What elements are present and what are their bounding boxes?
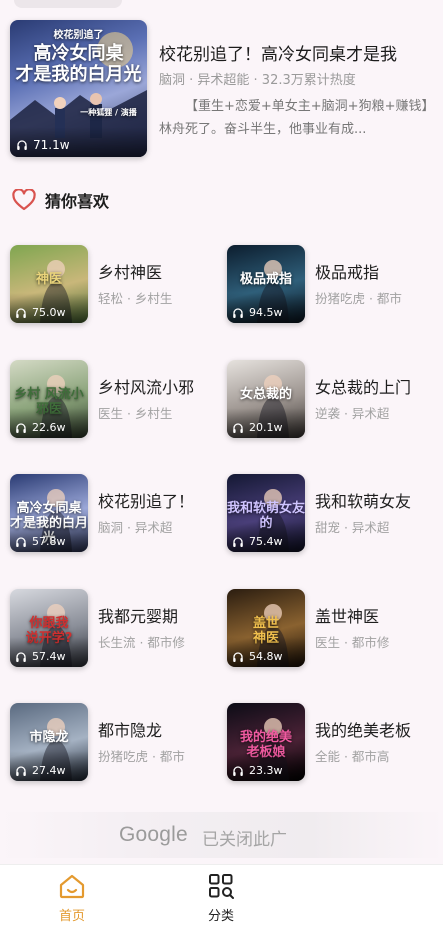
book-plays-value: 27.4w [32,764,66,777]
book-cover[interactable]: 我和软萌女友的 75.4w [227,474,305,552]
book-play-count: 57.4w [15,650,66,663]
nav-home-label: 首页 [58,909,85,924]
book-plays-value: 20.1w [249,421,283,434]
book-cover[interactable]: 女总裁的 20.1w [227,360,305,438]
featured-book-title[interactable]: 校花别追了！高冷女同桌才是我 [159,40,397,65]
book-title[interactable]: 极品戒指 [315,259,379,283]
book-cover[interactable]: 极品戒指 94.5w [227,245,305,323]
bottom-navigation: 首页 分类 [0,864,443,927]
book-tags: 脑洞 · 异术超 [98,520,173,535]
featured-cover-author: 一种狐狸 / 演播 [80,108,137,117]
heart-icon [12,189,36,211]
book-title[interactable]: 乡村风流小邪 [98,374,194,398]
book-title[interactable]: 都市隐龙 [98,717,162,741]
featured-plays-value: 71.1w [33,138,70,152]
book-play-count: 22.6w [15,421,66,434]
headphone-icon [16,765,26,776]
book-play-count: 75.0w [15,306,66,319]
section-title: 猜你喜欢 [45,192,110,211]
book-card[interactable]: 我和软萌女友的 75.4w 我和软萌女友 甜宠 · 异术超 [227,474,442,556]
book-plays-value: 22.6w [32,421,66,434]
featured-book-cover[interactable]: 校花别追了 高冷女同桌 才是我的白月光 一种狐狸 / 演播 71.1w [10,20,147,157]
book-tags: 扮猪吃虎 · 都市 [315,291,402,306]
book-cover[interactable]: 盖世 神医 54.8w [227,589,305,667]
nav-category[interactable]: 分类 [191,873,251,924]
book-card[interactable]: 盖世 神医 54.8w 盖世神医 医生 · 都市修 [227,589,442,671]
book-title[interactable]: 我都元婴期 [98,603,178,627]
google-logo: Google [119,823,188,846]
book-cover[interactable]: 高冷女同桌 才是我的白月光 57.8w [10,474,88,552]
book-title[interactable]: 乡村神医 [98,259,162,283]
book-cover[interactable]: 市隐龙 27.4w [10,703,88,781]
book-plays-value: 57.8w [32,535,66,548]
headphone-icon [233,765,243,776]
book-plays-value: 57.4w [32,650,66,663]
book-tags: 医生 · 乡村生 [98,406,173,421]
book-cover-text: 神医 [35,272,62,287]
book-card[interactable]: 神医 75.0w 乡村神医 轻松 · 乡村生 [10,245,225,327]
book-card[interactable]: 极品戒指 94.5w 极品戒指 扮猪吃虎 · 都市 [227,245,442,327]
book-tags: 全能 · 都市高 [315,749,390,764]
book-cover-text: 极品戒指 [239,272,292,287]
previous-item-edge [14,0,122,8]
book-play-count: 23.3w [232,764,283,777]
book-tags: 甜宠 · 异术超 [315,520,390,535]
book-title[interactable]: 我和软萌女友 [315,488,411,512]
book-card[interactable]: 我的绝美 老板娘 23.3w 我的绝美老板 全能 · 都市高 [227,703,442,785]
book-tags: 扮猪吃虎 · 都市 [98,749,185,764]
book-plays-value: 23.3w [249,764,283,777]
book-title[interactable]: 盖世神医 [315,603,379,627]
book-plays-value: 75.0w [32,306,66,319]
book-play-count: 27.4w [15,764,66,777]
headphone-icon [17,140,27,150]
app-screen: 校花别追了 高冷女同桌 才是我的白月光 一种狐狸 / 演播 71.1w 校花别追… [0,0,443,927]
book-cover[interactable]: 你跟我 说开学? 57.4w [10,589,88,667]
section-header: 猜你喜欢 [12,188,109,212]
headphone-icon [233,651,243,662]
headphone-icon [16,307,26,318]
home-icon [59,874,85,899]
book-cover[interactable]: 我的绝美 老板娘 23.3w [227,703,305,781]
featured-play-count: 71.1w [16,138,70,152]
nav-category-label: 分类 [207,909,234,924]
book-card[interactable]: 你跟我 说开学? 57.4w 我都元婴期 长生流 · 都市修 [10,589,225,671]
book-cover[interactable]: 神医 75.0w [10,245,88,323]
category-search-icon [209,874,234,899]
book-cover-text: 市隐龙 [29,730,69,745]
book-tags: 长生流 · 都市修 [98,635,185,650]
featured-cover-main-text: 高冷女同桌 才是我的白月光 [15,43,142,85]
headphone-icon [16,651,26,662]
book-play-count: 20.1w [232,421,283,434]
book-card[interactable]: 高冷女同桌 才是我的白月光 57.8w 校花别追了！ 脑洞 · 异术超 [10,474,225,556]
book-title[interactable]: 我的绝美老板 [315,717,411,741]
book-play-count: 94.5w [232,306,283,319]
book-play-count: 75.4w [232,535,283,548]
headphone-icon [233,536,243,547]
book-cover-text: 女总裁的 [239,387,292,402]
featured-cover-top-text: 校花别追了 [53,30,104,41]
book-play-count: 57.8w [15,535,66,548]
book-card[interactable]: 乡村 风流小邪医 22.6w 乡村风流小邪 医生 · 乡村生 [10,360,225,442]
book-title[interactable]: 校花别追了！ [98,488,194,512]
featured-book-description: 【重生+恋爱+单女主+脑洞+狗粮+赚钱】林舟死了。奋斗半生，他事业有成... [159,99,428,137]
book-plays-value: 75.4w [249,535,283,548]
book-tags: 逆袭 · 异术超 [315,406,390,421]
headphone-icon [16,536,26,547]
book-cover[interactable]: 乡村 风流小邪医 22.6w [10,360,88,438]
book-tags: 轻松 · 乡村生 [98,291,173,306]
ad-closed-message: 已关闭此广 [202,830,287,850]
headphone-icon [233,307,243,318]
book-card[interactable]: 女总裁的 20.1w 女总裁的上门 逆袭 · 异术超 [227,360,442,442]
featured-book-card[interactable]: 校花别追了 高冷女同桌 才是我的白月光 一种狐狸 / 演播 71.1w 校花别追… [10,20,430,160]
book-plays-value: 54.8w [249,650,283,663]
featured-book-meta: 脑洞 · 异术超能 · 32.3万累计热度 [159,73,356,88]
book-title[interactable]: 女总裁的上门 [315,374,411,398]
headphone-icon [233,422,243,433]
nav-home[interactable]: 首页 [42,873,102,924]
book-play-count: 54.8w [232,650,283,663]
headphone-icon [16,422,26,433]
book-tags: 医生 · 都市修 [315,635,390,650]
book-plays-value: 94.5w [249,306,283,319]
book-card[interactable]: 市隐龙 27.4w 都市隐龙 扮猪吃虎 · 都市 [10,703,225,785]
